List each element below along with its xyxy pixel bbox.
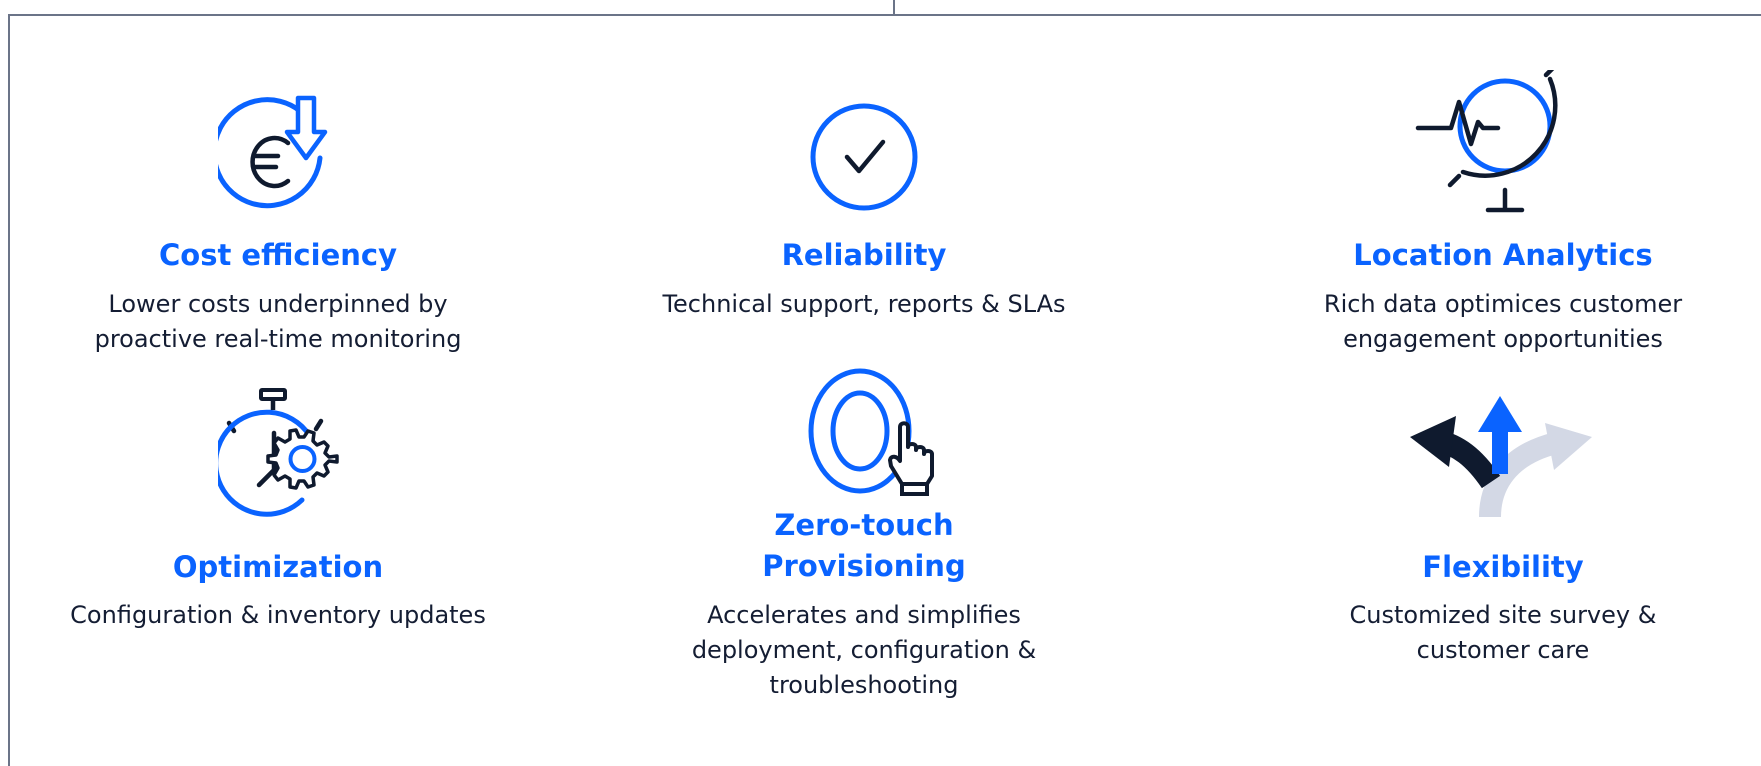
description-line: troubleshooting bbox=[769, 671, 959, 699]
feature-description: Technical support, reports & SLAs bbox=[604, 287, 1124, 322]
feature-title: Cost efficiency bbox=[159, 238, 397, 272]
description-line: Technical support, reports & SLAs bbox=[662, 290, 1066, 318]
frame-left-line bbox=[8, 14, 10, 766]
title-line: Provisioning bbox=[762, 549, 966, 583]
feature-description: Accelerates and simplifies deployment, c… bbox=[604, 598, 1124, 703]
description-line: proactive real-time monitoring bbox=[94, 325, 462, 353]
feature-description: Configuration & inventory updates bbox=[18, 598, 538, 633]
description-line: customer care bbox=[1416, 636, 1590, 664]
feature-title: Location Analytics bbox=[1353, 238, 1653, 272]
frame-top-line bbox=[8, 14, 1761, 16]
feature-title: Zero-touch Provisioning bbox=[604, 505, 1124, 587]
split-arrows-icon bbox=[1410, 396, 1592, 518]
feature-title: Reliability bbox=[781, 238, 947, 272]
euro-arrow-down-icon bbox=[218, 95, 328, 209]
description-line: deployment, configuration & bbox=[691, 636, 1037, 664]
description-line: Lower costs underpinned by bbox=[108, 290, 448, 318]
frame-top-notch bbox=[893, 0, 895, 15]
title-line: Zero-touch bbox=[774, 508, 954, 542]
feature-title: Flexibility bbox=[1422, 550, 1584, 584]
description-line: Accelerates and simplifies bbox=[707, 601, 1021, 629]
globe-pulse-icon bbox=[1415, 70, 1558, 213]
feature-description: Lower costs underpinned by proactive rea… bbox=[18, 287, 538, 357]
description-line: engagement opportunities bbox=[1343, 325, 1663, 353]
checkmark-circle-icon bbox=[810, 103, 918, 211]
description-line: Customized site survey & bbox=[1349, 601, 1657, 629]
description-line: Rich data optimices customer bbox=[1323, 290, 1683, 318]
feature-description: Rich data optimices customer engagement … bbox=[1243, 287, 1761, 357]
feature-title: Optimization bbox=[172, 550, 384, 584]
description-line: Configuration & inventory updates bbox=[70, 601, 486, 629]
stopwatch-gear-icon bbox=[218, 388, 339, 517]
feature-description: Customized site survey & customer care bbox=[1243, 598, 1761, 668]
zero-touch-hand-icon bbox=[808, 368, 934, 496]
